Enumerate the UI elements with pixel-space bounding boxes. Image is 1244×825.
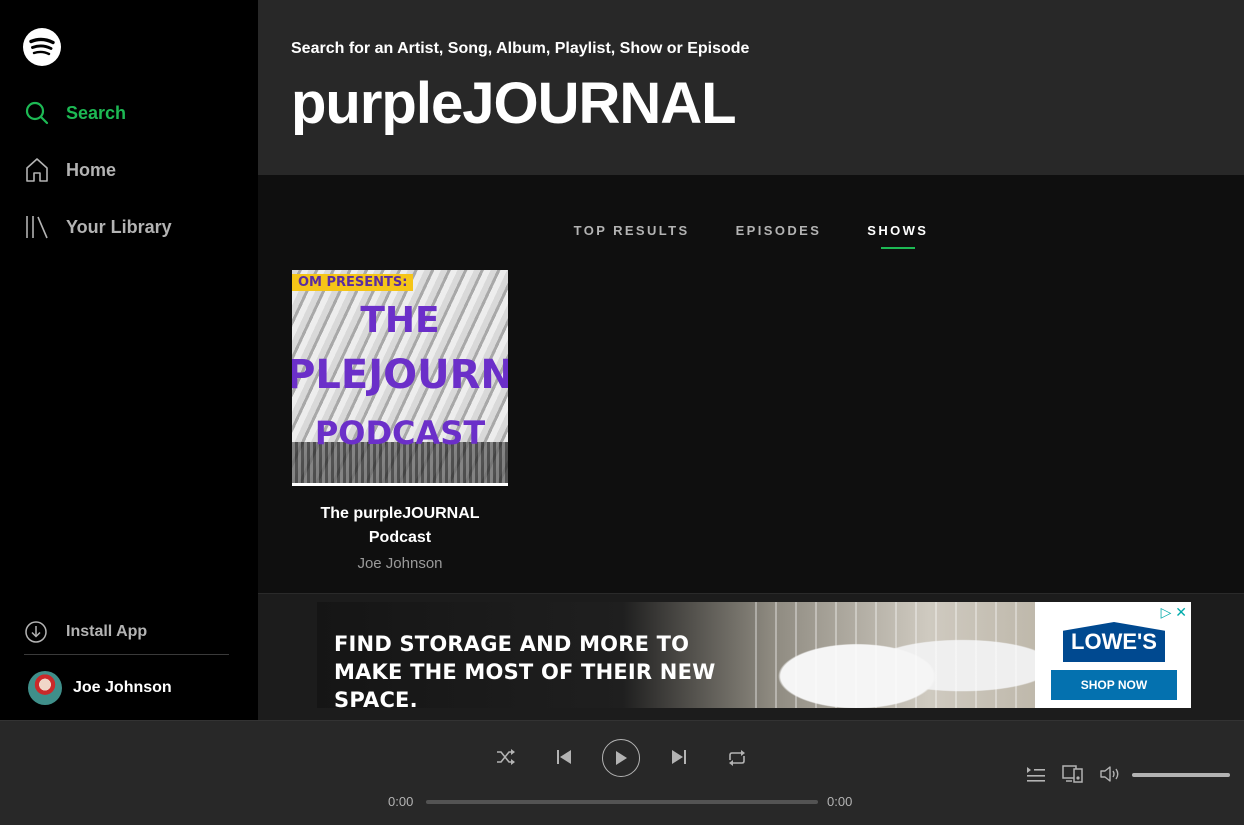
ad-product-image [737, 602, 1037, 708]
show-cover-image[interactable]: OM PRESENTS: THE PLEJOURN PODCAST [292, 270, 508, 486]
user-name: Joe Johnson [73, 679, 172, 696]
volume-button[interactable] [1100, 765, 1122, 788]
search-icon [25, 101, 49, 125]
ad-headline: FIND STORAGE AND MORE TO MAKE THE MOST O… [334, 632, 716, 708]
cover-text: PLEJOURN [292, 352, 508, 398]
cover-border [292, 483, 508, 486]
player-bar: 0:00 0:00 [0, 720, 1244, 825]
queue-icon [1027, 767, 1045, 782]
next-button[interactable] [671, 750, 687, 764]
search-input[interactable]: purpleJOURNAL [291, 70, 737, 137]
search-hint: Search for an Artist, Song, Album, Playl… [291, 40, 750, 57]
user-profile[interactable]: Joe Johnson [28, 671, 172, 705]
show-card[interactable]: OM PRESENTS: THE PLEJOURN PODCAST The pu… [292, 270, 508, 572]
cover-banner: OM PRESENTS: [292, 274, 414, 291]
elapsed-time: 0:00 [388, 794, 414, 809]
library-icon [26, 216, 48, 239]
download-icon [25, 621, 47, 643]
adchoices-close-icon[interactable]: ▷ ✕ [1161, 604, 1187, 621]
play-icon [616, 751, 627, 765]
sidebar-item-library[interactable]: Your Library [24, 214, 172, 240]
play-button[interactable] [602, 739, 640, 777]
devices-icon [1062, 765, 1083, 783]
search-results: TOP RESULTS EPISODES SHOWS OM PRESENTS: … [258, 175, 1244, 593]
sidebar-item-label: Your Library [66, 216, 172, 237]
progress-bar[interactable] [426, 800, 818, 804]
home-icon [26, 158, 48, 182]
volume-slider[interactable] [1132, 773, 1230, 777]
ad-strip: FIND STORAGE AND MORE TO MAKE THE MOST O… [258, 593, 1244, 721]
tab-shows[interactable]: SHOWS [867, 223, 928, 238]
tab-top-results[interactable]: TOP RESULTS [574, 223, 690, 238]
ad-banner[interactable]: FIND STORAGE AND MORE TO MAKE THE MOST O… [317, 602, 1191, 708]
skip-forward-icon [672, 750, 686, 764]
show-title[interactable]: The purpleJOURNAL Podcast [292, 502, 508, 550]
sidebar-item-label: Search [66, 102, 127, 123]
spotify-logo-icon[interactable] [22, 27, 62, 67]
duration-time: 0:00 [827, 794, 853, 809]
avatar [28, 671, 62, 705]
previous-button[interactable] [556, 750, 572, 764]
shuffle-icon [497, 749, 515, 765]
repeat-icon [729, 750, 745, 766]
sidebar-item-home[interactable]: Home [24, 157, 116, 183]
sidebar-item-search[interactable]: Search [24, 100, 126, 126]
divider [24, 654, 229, 655]
show-author[interactable]: Joe Johnson [292, 555, 508, 572]
sidebar-item-label: Home [66, 159, 117, 180]
install-app-button[interactable]: Install App [24, 620, 147, 644]
devices-button[interactable] [1062, 765, 1084, 788]
sidebar: Search Home Your Library Install App Joe… [0, 0, 258, 720]
shop-now-button[interactable]: SHOP NOW [1051, 670, 1177, 700]
install-app-label: Install App [66, 623, 148, 640]
skip-back-icon [557, 750, 571, 764]
search-header: Search for an Artist, Song, Album, Playl… [258, 0, 1244, 175]
shuffle-button[interactable] [496, 749, 516, 765]
queue-button[interactable] [1026, 765, 1046, 788]
tab-episodes[interactable]: EPISODES [736, 223, 822, 238]
result-tabs: TOP RESULTS EPISODES SHOWS [258, 223, 1244, 238]
brand-logo: LOWE'S [1063, 622, 1165, 662]
repeat-button[interactable] [727, 750, 747, 766]
cover-text: THE [360, 300, 440, 341]
cover-text: PODCAST [314, 414, 486, 452]
volume-icon [1100, 766, 1119, 782]
